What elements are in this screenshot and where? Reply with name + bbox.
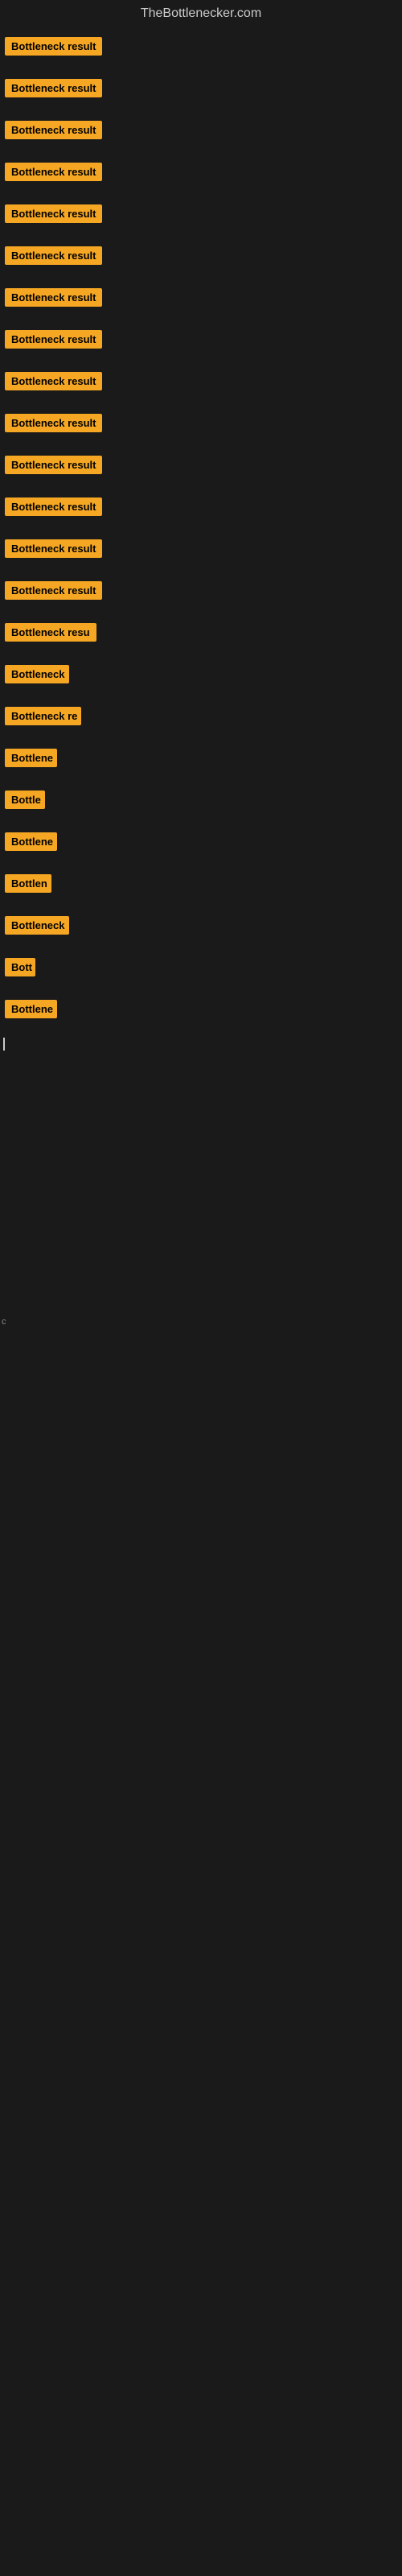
bottleneck-row: Bottleneck result — [0, 572, 402, 613]
bottleneck-row: Bottleneck result — [0, 404, 402, 446]
bottleneck-badge[interactable]: Bottleneck result — [5, 372, 102, 390]
bottleneck-row: Bottle — [0, 781, 402, 823]
bottleneck-badge[interactable]: Bottle — [5, 791, 45, 809]
bottleneck-badge[interactable]: Bottleneck result — [5, 581, 102, 600]
bottleneck-badge[interactable]: Bottleneck result — [5, 539, 102, 558]
bottleneck-badge[interactable]: Bottlene — [5, 749, 57, 767]
site-title: TheBottlenecker.com — [0, 0, 402, 27]
bottleneck-row: Bottlen — [0, 865, 402, 906]
bottom-label: c — [0, 1314, 402, 1330]
spacer — [0, 1121, 402, 1153]
bottleneck-row: Bottleneck result — [0, 153, 402, 195]
bottleneck-row: Bottleneck result — [0, 530, 402, 572]
bottleneck-badge[interactable]: Bottleneck result — [5, 288, 102, 307]
bottleneck-badge[interactable]: Bottleneck — [5, 916, 69, 935]
spacer — [0, 1330, 402, 1362]
cursor-row — [0, 1032, 402, 1056]
spacer — [0, 1491, 402, 1523]
spacer — [0, 1459, 402, 1491]
bottleneck-row: Bottleneck re — [0, 697, 402, 739]
bottleneck-badge[interactable]: Bottleneck result — [5, 246, 102, 265]
bottleneck-row: Bottleneck result — [0, 279, 402, 320]
spacer — [0, 1088, 402, 1121]
bottleneck-row: Bottleneck result — [0, 111, 402, 153]
bottleneck-row: Bottleneck result — [0, 320, 402, 362]
bottleneck-row: Bottleneck result — [0, 362, 402, 404]
spacer — [0, 1587, 402, 1620]
bottleneck-row: Bottleneck result — [0, 195, 402, 237]
spacer — [0, 1555, 402, 1587]
spacer — [0, 1153, 402, 1185]
spacer — [0, 1185, 402, 1217]
text-cursor — [3, 1038, 5, 1051]
bottleneck-row: Bottleneck result — [0, 237, 402, 279]
bottleneck-row: Bottlene — [0, 823, 402, 865]
bottleneck-row: Bottlene — [0, 990, 402, 1032]
bottleneck-badge[interactable]: Bottleneck — [5, 665, 69, 683]
spacer — [0, 1282, 402, 1314]
bottleneck-badge[interactable]: Bottleneck result — [5, 121, 102, 139]
bottleneck-badge[interactable]: Bottleneck result — [5, 456, 102, 474]
spacer — [0, 1217, 402, 1249]
spacer — [0, 1426, 402, 1459]
spacer — [0, 1523, 402, 1555]
bottleneck-row: Bottleneck result — [0, 27, 402, 69]
bottleneck-row: Bottleneck result — [0, 446, 402, 488]
bottleneck-badge[interactable]: Bottleneck result — [5, 204, 102, 223]
spacer — [0, 1620, 402, 1652]
bottleneck-row: Bottleneck — [0, 906, 402, 948]
bottleneck-row: Bott — [0, 948, 402, 990]
spacer — [0, 1394, 402, 1426]
bottleneck-row: Bottlene — [0, 739, 402, 781]
bottleneck-row: Bottleneck resu — [0, 613, 402, 655]
bottleneck-badge[interactable]: Bottlene — [5, 832, 57, 851]
spacer — [0, 1362, 402, 1394]
bottleneck-row: Bottleneck result — [0, 69, 402, 111]
bottleneck-row: Bottleneck — [0, 655, 402, 697]
bottleneck-badge[interactable]: Bottlene — [5, 1000, 57, 1018]
bottleneck-badge[interactable]: Bottleneck result — [5, 414, 102, 432]
bottleneck-row: Bottleneck result — [0, 488, 402, 530]
spacer — [0, 1056, 402, 1088]
spacer — [0, 1249, 402, 1282]
bottleneck-badge[interactable]: Bottleneck result — [5, 37, 102, 56]
bottleneck-badge[interactable]: Bottleneck result — [5, 163, 102, 181]
bottleneck-badge[interactable]: Bottleneck resu — [5, 623, 96, 642]
bottleneck-badge[interactable]: Bottleneck result — [5, 330, 102, 349]
bottleneck-badge[interactable]: Bottleneck result — [5, 497, 102, 516]
bottleneck-badge[interactable]: Bottlen — [5, 874, 51, 893]
bottleneck-badge[interactable]: Bottleneck result — [5, 79, 102, 97]
bottleneck-badge[interactable]: Bottleneck re — [5, 707, 81, 725]
bottleneck-badge[interactable]: Bott — [5, 958, 35, 976]
